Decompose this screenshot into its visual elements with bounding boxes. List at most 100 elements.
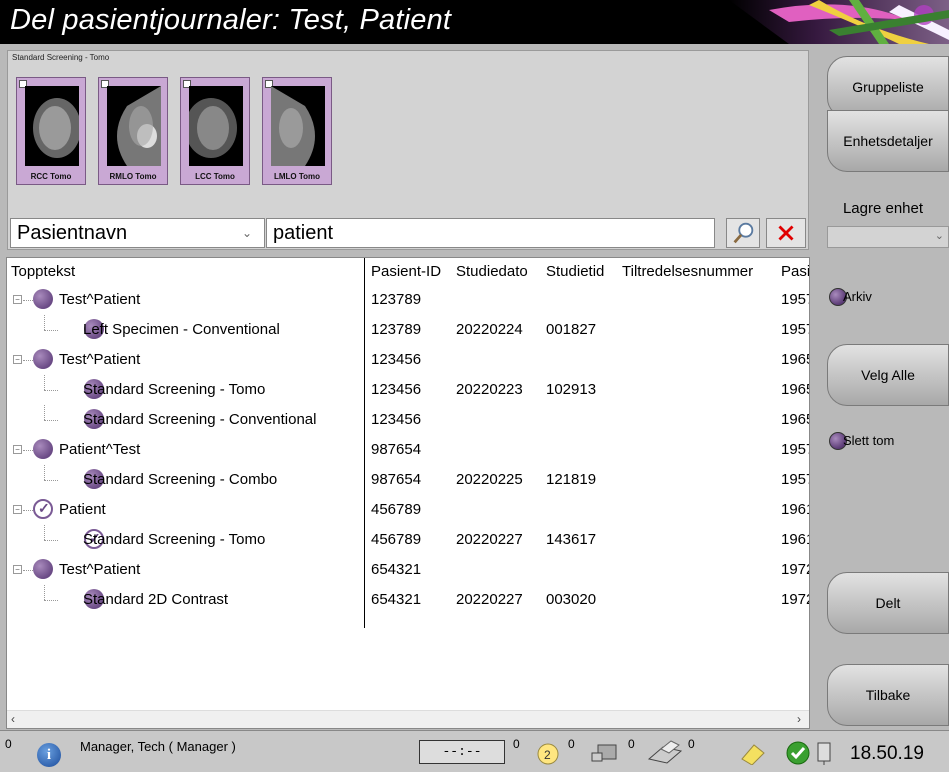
patient-row[interactable]: − Test^Patient 654321 1972 [7, 555, 809, 585]
search-field-select[interactable]: Pasientnavn ⌄ [10, 218, 265, 248]
patient-row[interactable]: − Patient^Test 987654 1957 [7, 435, 809, 465]
collapse-icon[interactable]: − [13, 565, 22, 574]
col-header-topptekst[interactable]: Topptekst [11, 263, 75, 280]
cell-birth: 1965 [781, 381, 809, 398]
patient-row[interactable]: − Test^Patient 123456 1965 [7, 345, 809, 375]
study-row[interactable]: Standard 2D Contrast 654321 20220227 003020… [7, 585, 809, 615]
select-ball-icon[interactable] [33, 439, 53, 459]
row-name: Standard Screening - Combo [83, 471, 278, 488]
main-area: Standard Screening - Tomo RCC Tomo RMLO … [0, 44, 817, 730]
tree-line [23, 300, 33, 301]
connection-icon[interactable] [812, 739, 840, 765]
tree-line [23, 570, 33, 571]
study-row[interactable]: Standard Screening - Tomo 456789 20220227 1… [7, 525, 809, 555]
cell-id: 123789 [371, 291, 422, 308]
mammogram-image [189, 86, 243, 166]
thumbnail-label: RCC Tomo [30, 172, 72, 181]
cell-birth: 1961 [781, 501, 809, 518]
collapse-icon[interactable]: − [13, 355, 22, 364]
collapse-icon[interactable]: − [13, 505, 22, 514]
horizontal-scrollbar[interactable]: ‹ › [7, 710, 809, 728]
tree-line [44, 330, 58, 331]
cell-birth: 1957 [781, 291, 809, 308]
tree-line [23, 450, 33, 451]
window-title: Del pasientjournaler: Test, Patient [10, 4, 452, 36]
current-user[interactable]: Manager, Tech ( Manager ) [80, 739, 236, 754]
cell-id: 123456 [371, 381, 422, 398]
row-name: Patient^Test [59, 441, 141, 458]
cell-time: 102913 [546, 381, 597, 398]
cell-birth: 1972 [781, 591, 809, 608]
flower-logo [729, 0, 949, 44]
col-header-study-date[interactable]: Studiedato [456, 263, 528, 280]
clear-search-button[interactable] [766, 218, 806, 248]
select-ball-icon[interactable] [33, 349, 53, 369]
group-list-button[interactable]: Gruppeliste [827, 56, 949, 118]
col-header-patient-id[interactable]: Pasient-ID [371, 263, 441, 280]
title-bar: Del pasientjournaler: Test, Patient [0, 0, 949, 44]
cell-id: 456789 [371, 501, 422, 518]
tree-line [23, 360, 33, 361]
collapse-icon[interactable]: − [13, 295, 22, 304]
shared-button[interactable]: Delt [827, 572, 949, 634]
back-button[interactable]: Tilbake [827, 664, 949, 726]
search-field-value: Pasientnavn [17, 222, 128, 244]
cell-id: 987654 [371, 471, 422, 488]
col-header-study-time[interactable]: Studietid [546, 263, 604, 280]
cell-birth: 1957 [781, 441, 809, 458]
cell-id: 987654 [371, 441, 422, 458]
thumbnail-rcc-tomo[interactable]: RCC Tomo [16, 77, 86, 185]
thumbnail-lcc-tomo[interactable]: LCC Tomo [180, 77, 250, 185]
store-device-select[interactable]: ⌄ [827, 226, 949, 248]
select-ball-icon[interactable] [33, 289, 53, 309]
cell-date: 20220227 [456, 531, 523, 548]
patient-row[interactable]: − Patient 456789 1961 [7, 495, 809, 525]
search-button[interactable] [726, 218, 760, 248]
close-icon [778, 225, 794, 241]
tree-line [44, 420, 58, 421]
disc-count: 0 [568, 737, 575, 751]
disc-icon[interactable]: 2 [534, 739, 562, 765]
mammogram-image [25, 86, 79, 166]
patient-row[interactable]: − Test^Patient 123789 1957 [7, 285, 809, 315]
select-all-button[interactable]: Velg Alle [827, 344, 949, 406]
status-ok-icon[interactable] [784, 739, 812, 765]
collapse-icon[interactable]: − [13, 445, 22, 454]
study-row[interactable]: Left Specimen - Conventional 123789 202202… [7, 315, 809, 345]
printer-icon[interactable] [645, 739, 685, 765]
tree-line [44, 585, 45, 600]
thumbnail-rmlo-tomo[interactable]: RMLO Tomo [98, 77, 168, 185]
tree-line [44, 480, 58, 481]
printer-count: 0 [688, 737, 695, 751]
mammogram-image [271, 86, 325, 166]
thumbnail-lmlo-tomo[interactable]: LMLO Tomo [262, 77, 332, 185]
row-name: Standard Screening - Tomo [83, 531, 266, 548]
row-name: Standard Screening - Tomo [83, 381, 266, 398]
study-row[interactable]: Standard Screening - Conventional 123456 1… [7, 405, 809, 435]
search-input[interactable] [266, 218, 715, 248]
network-count: 0 [628, 737, 635, 751]
store-device-label: Lagre enhet [842, 200, 924, 217]
info-icon[interactable]: i [37, 743, 61, 767]
cell-birth: 1961 [781, 531, 809, 548]
scroll-right-icon[interactable]: › [797, 712, 801, 726]
thumbnail-group-label: Standard Screening - Tomo [12, 53, 110, 62]
col-header-accession[interactable]: Tiltredelsesnummer [622, 263, 753, 280]
row-name: Test^Patient [59, 351, 141, 368]
cell-birth: 1957 [781, 471, 809, 488]
cell-time: 121819 [546, 471, 597, 488]
tree-line [44, 375, 45, 390]
cell-id: 654321 [371, 561, 422, 578]
tree-line [44, 525, 45, 540]
scroll-left-icon[interactable]: ‹ [11, 712, 15, 726]
note-icon[interactable] [738, 739, 766, 765]
network-icon[interactable] [588, 739, 624, 765]
mammogram-image [107, 86, 161, 166]
col-header-birth[interactable]: Pasie [781, 263, 809, 280]
checked-select-icon[interactable] [33, 499, 53, 519]
study-row[interactable]: Standard Screening - Combo 987654 20220225… [7, 465, 809, 495]
select-ball-icon[interactable] [33, 559, 53, 579]
study-row[interactable]: Standard Screening - Tomo 123456 20220223 1… [7, 375, 809, 405]
device-details-button[interactable]: Enhetsdetaljer [827, 110, 949, 172]
row-name: Standard 2D Contrast [83, 591, 229, 608]
